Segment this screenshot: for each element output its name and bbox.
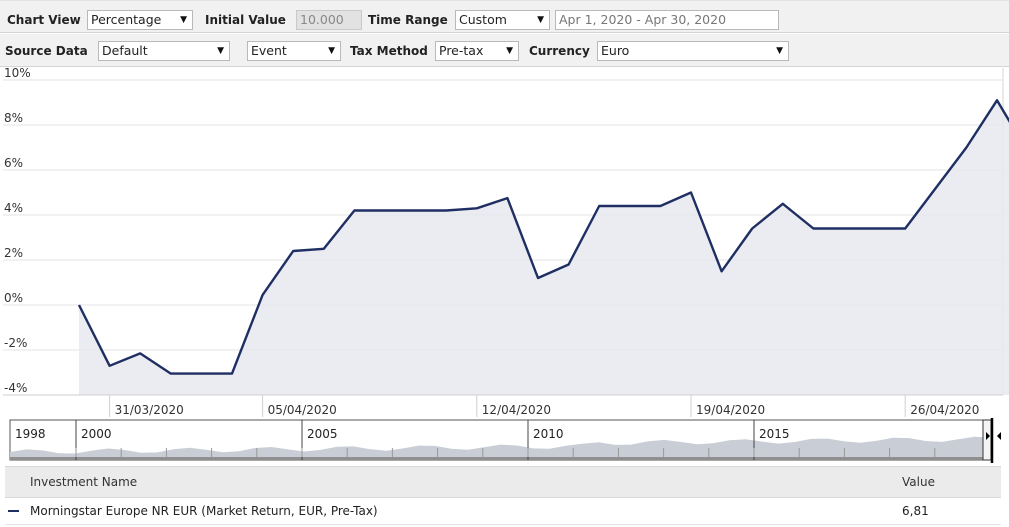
event-value: Event xyxy=(251,43,287,58)
source-data-value: Default xyxy=(102,43,148,58)
investment-table: Investment Name Value Morningstar Europe… xyxy=(5,466,1001,526)
time-range-label: Time Range xyxy=(368,13,448,27)
time-navigator[interactable]: 1998 2000 2005 2010 2015 xyxy=(9,418,1001,463)
tax-method-value: Pre-tax xyxy=(439,43,484,58)
x-tick-label: 19/04/2020 xyxy=(696,403,765,417)
navigator-year-label: 2015 xyxy=(759,427,790,441)
x-tick-label: 12/04/2020 xyxy=(482,403,551,417)
navigator-year-label: 1998 xyxy=(15,427,46,441)
table-header: Investment Name Value xyxy=(5,466,1001,498)
header-investment-name: Investment Name xyxy=(30,475,138,489)
initial-value-label: Initial Value xyxy=(205,13,286,27)
y-tick-label: 0% xyxy=(4,291,23,305)
chevron-down-icon: ▼ xyxy=(537,15,544,25)
navigator-scrollbar xyxy=(10,457,991,460)
date-range-field[interactable]: Apr 1, 2020 - Apr 30, 2020 xyxy=(555,10,779,30)
currency-label: Currency xyxy=(529,44,590,58)
y-tick-label: 2% xyxy=(4,246,23,260)
time-range-dropdown[interactable]: Custom ▼ xyxy=(455,10,550,30)
y-tick-label: 10% xyxy=(4,68,31,80)
navigator-year-label: 2000 xyxy=(81,427,112,441)
y-axis: 10% 8% 6% 4% 2% 0% -2% -4% xyxy=(4,68,31,395)
header-value: Value xyxy=(902,475,935,489)
y-tick-label: 4% xyxy=(4,201,23,215)
event-dropdown[interactable]: Event ▼ xyxy=(247,41,341,61)
x-tick-label: 05/04/2020 xyxy=(268,403,337,417)
source-data-label: Source Data xyxy=(5,44,88,58)
series-color-swatch xyxy=(8,510,19,512)
y-tick-label: -2% xyxy=(4,336,27,350)
row-investment-name: Morningstar Europe NR EUR (Market Return… xyxy=(30,504,378,518)
table-row[interactable]: Morningstar Europe NR EUR (Market Return… xyxy=(5,498,1001,525)
tax-method-label: Tax Method xyxy=(350,44,428,58)
navigator-year-label: 2005 xyxy=(307,427,338,441)
navigator-left-arrow-icon xyxy=(997,432,1001,440)
chevron-down-icon: ▼ xyxy=(506,46,513,56)
navigator-year-label: 2010 xyxy=(533,427,564,441)
y-tick-label: -4% xyxy=(4,381,27,395)
currency-value: Euro xyxy=(601,43,630,58)
chart-view-label: Chart View xyxy=(7,13,81,27)
currency-dropdown[interactable]: Euro ▼ xyxy=(597,41,789,61)
chevron-down-icon: ▼ xyxy=(776,46,783,56)
toolbar-primary: Chart View Percentage ▼ Initial Value 10… xyxy=(0,0,1009,33)
initial-value-input[interactable]: 10.000 xyxy=(296,10,362,30)
x-axis: 31/03/2020 05/04/2020 12/04/2020 19/04/2020… xyxy=(3,394,1003,417)
source-data-dropdown[interactable]: Default ▼ xyxy=(98,41,230,61)
y-tick-label: 8% xyxy=(4,111,23,125)
chevron-down-icon: ▼ xyxy=(180,15,187,25)
chart-view-dropdown[interactable]: Percentage ▼ xyxy=(87,10,193,30)
tax-method-dropdown[interactable]: Pre-tax ▼ xyxy=(435,41,519,61)
row-value: 6,81 xyxy=(902,504,929,518)
x-tick-label: 26/04/2020 xyxy=(910,403,979,417)
toolbar-secondary: Source Data Default ▼ Event ▼ Tax Method… xyxy=(0,34,1009,67)
chevron-down-icon: ▼ xyxy=(328,46,335,56)
time-range-value: Custom xyxy=(459,12,507,27)
series-area-fill xyxy=(79,100,1009,395)
x-tick-label: 31/03/2020 xyxy=(115,403,184,417)
y-tick-label: 6% xyxy=(4,156,23,170)
performance-chart: 10% 8% 6% 4% 2% 0% -2% -4% 31/03/2020 05/04/2020… xyxy=(3,68,1009,463)
navigator-selection xyxy=(982,419,992,461)
chart-view-value: Percentage xyxy=(91,12,162,27)
chevron-down-icon: ▼ xyxy=(217,46,224,56)
